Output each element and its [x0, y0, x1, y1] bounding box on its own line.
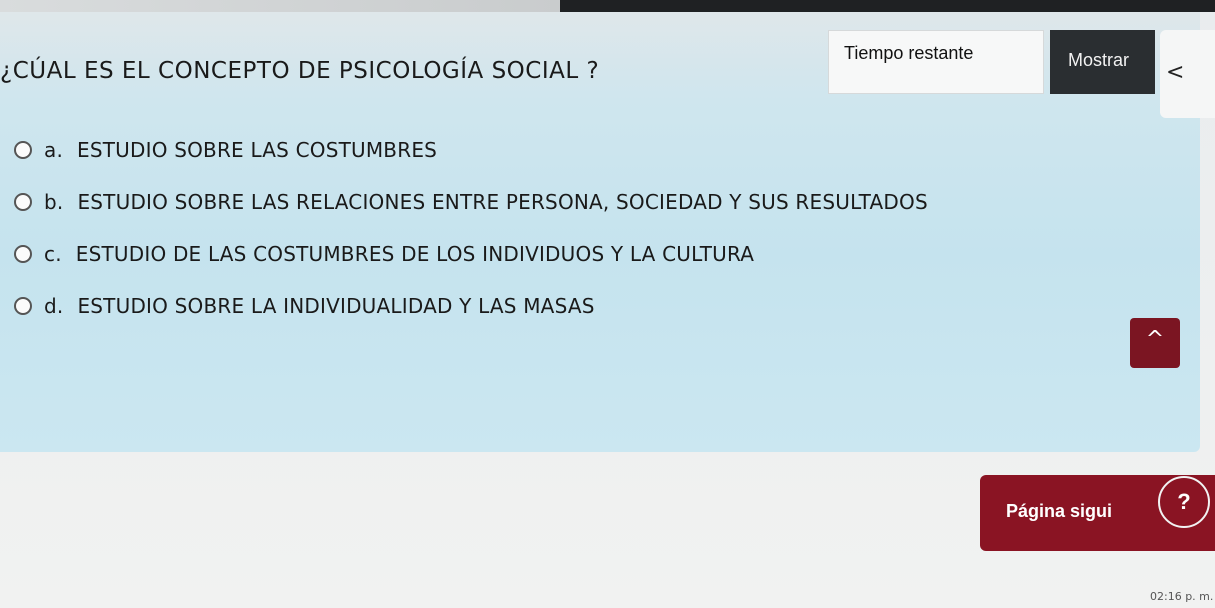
show-button[interactable]: Mostrar	[1050, 30, 1155, 94]
option-letter: d.	[44, 294, 64, 318]
option-text: ESTUDIO SOBRE LAS COSTUMBRES	[77, 138, 438, 162]
option-c[interactable]: c. ESTUDIO DE LAS COSTUMBRES DE LOS INDI…	[14, 242, 754, 266]
next-page-label: Página sigui	[1006, 501, 1113, 521]
time-remaining-label: Tiempo restante	[844, 43, 974, 63]
chevron-left-icon: <	[1166, 60, 1185, 85]
question-title: ¿CÚAL ES EL CONCEPTO DE PSICOLOGÍA SOCIA…	[0, 58, 600, 84]
top-bar-light-strip	[0, 0, 560, 12]
option-letter: a.	[44, 138, 64, 162]
scroll-up-button[interactable]: ^	[1130, 318, 1180, 368]
chevron-up-icon: ^	[1145, 327, 1165, 352]
radio-button-a[interactable]	[14, 141, 32, 159]
system-clock: 02:16 p. m.	[1150, 590, 1214, 603]
radio-button-b[interactable]	[14, 193, 32, 211]
collapse-panel-tab[interactable]: <	[1160, 30, 1215, 118]
option-text: ESTUDIO SOBRE LAS RELACIONES ENTRE PERSO…	[77, 190, 928, 214]
radio-button-d[interactable]	[14, 297, 32, 315]
help-button[interactable]: ?	[1158, 476, 1210, 528]
option-letter: b.	[44, 190, 64, 214]
option-d[interactable]: d. ESTUDIO SOBRE LA INDIVIDUALIDAD Y LAS…	[14, 294, 595, 318]
top-bar	[0, 0, 1215, 12]
option-a[interactable]: a. ESTUDIO SOBRE LAS COSTUMBRES	[14, 138, 437, 162]
option-text: ESTUDIO SOBRE LA INDIVIDUALIDAD Y LAS MA…	[77, 294, 595, 318]
time-remaining-box: Tiempo restante	[828, 30, 1044, 94]
radio-button-c[interactable]	[14, 245, 32, 263]
option-b[interactable]: b. ESTUDIO SOBRE LAS RELACIONES ENTRE PE…	[14, 190, 928, 214]
option-letter: c.	[44, 242, 62, 266]
option-text: ESTUDIO DE LAS COSTUMBRES DE LOS INDIVID…	[75, 242, 755, 266]
